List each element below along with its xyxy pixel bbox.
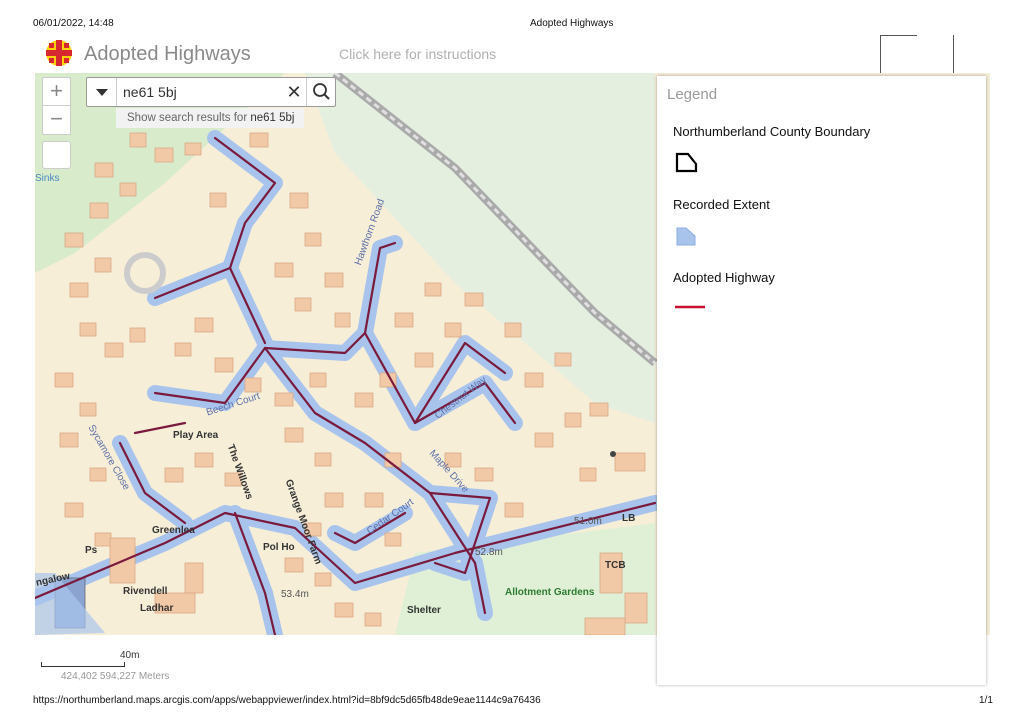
zoom-in-button[interactable]: + [43, 78, 70, 106]
print-datetime: 06/01/2022, 14:48 [33, 18, 114, 29]
northumberland-shield-icon [46, 40, 72, 66]
print-title: Adopted Highways [530, 18, 614, 29]
scale-label: 40m [120, 650, 140, 661]
print-footer: https://northumberland.maps.arcgis.com/a… [0, 690, 1024, 710]
header-widget-button[interactable] [880, 35, 917, 73]
print-url: https://northumberland.maps.arcgis.com/a… [33, 695, 541, 706]
line-icon [675, 305, 705, 309]
suggestion-query: ne61 5bj [250, 112, 295, 124]
scale-bar: 40m [41, 648, 141, 688]
map-label-lb: LB [622, 513, 636, 524]
legend-panel: Legend Northumberland County Boundary Re… [657, 76, 986, 685]
header-divider [953, 35, 954, 73]
scale-line [41, 662, 125, 667]
print-header: 06/01/2022, 14:48 Adopted Highways [0, 0, 1024, 30]
legend-item-adopted-highway: Adopted Highway [673, 270, 775, 285]
close-icon[interactable]: ✕ [283, 80, 305, 104]
map-label-ladhar: Ladhar [140, 603, 174, 614]
map-label-elevation-3: 53.4m [281, 589, 309, 600]
suggestion-prefix: Show search results for [127, 112, 251, 124]
home-button[interactable] [42, 141, 71, 169]
map-label-play-area: Play Area [173, 430, 219, 441]
search-source-dropdown[interactable] [87, 78, 117, 106]
coordinate-readout: 424,402 594,227 Meters [61, 671, 170, 682]
caret-down-icon [95, 88, 108, 96]
app-header: Adopted Highways Click here for instruct… [35, 33, 990, 73]
legend-item-county-boundary: Northumberland County Boundary [673, 124, 871, 139]
polygon-outline-icon [675, 152, 698, 173]
search-button[interactable] [306, 78, 336, 106]
map-label-rivendell: Rivendell [123, 586, 168, 597]
map-label-allotment-gardens: Allotment Gardens [505, 587, 595, 598]
app-title: Adopted Highways [84, 43, 251, 65]
map-label-greenlea: Greenlea [152, 525, 195, 536]
instructions-link[interactable]: Click here for instructions [339, 46, 496, 62]
map-label-sinks: Sinks [35, 173, 60, 184]
zoom-control: + − [42, 77, 71, 135]
legend-title: Legend [667, 86, 718, 103]
search-input[interactable] [123, 82, 283, 102]
search-suggestion[interactable]: Show search results for ne61 5bj [116, 108, 304, 128]
map-label-pol-ho: Pol Ho [263, 542, 295, 553]
legend-item-recorded-extent: Recorded Extent [673, 197, 770, 212]
map-label-elevation-2: 52.8m [475, 547, 503, 558]
map-label-ps: Ps [85, 545, 98, 556]
print-page-number: 1/1 [979, 695, 993, 706]
map-label-shelter: Shelter [407, 605, 441, 616]
map-label-elevation-1: 51.0m [574, 516, 602, 527]
zoom-out-button[interactable]: − [43, 106, 70, 134]
polygon-fill-icon [676, 227, 696, 246]
map-label-tcb: TCB [605, 560, 626, 571]
search-icon [313, 83, 330, 100]
search-widget: ✕ [86, 77, 336, 107]
